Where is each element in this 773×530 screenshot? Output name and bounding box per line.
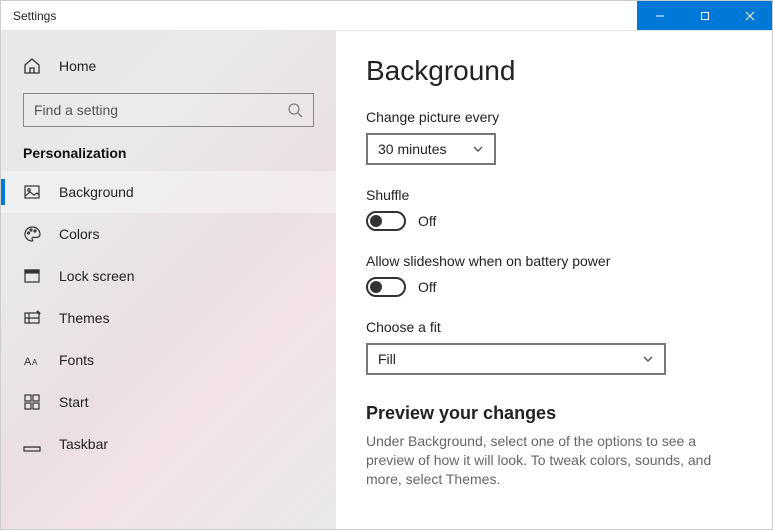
- window-body: Home Personalization Background Colors: [1, 31, 772, 529]
- home-label: Home: [59, 58, 96, 74]
- fit-dropdown[interactable]: Fill: [366, 343, 666, 375]
- fit-value: Fill: [378, 351, 396, 367]
- nav-item-fonts[interactable]: AA Fonts: [1, 339, 336, 381]
- page-title: Background: [366, 55, 742, 87]
- shuffle-value: Off: [418, 213, 436, 229]
- window-controls: [637, 1, 772, 30]
- battery-toggle[interactable]: [366, 277, 406, 297]
- shuffle-group: Shuffle Off: [366, 187, 742, 231]
- sidebar: Home Personalization Background Colors: [1, 31, 336, 529]
- nav-item-lock-screen[interactable]: Lock screen: [1, 255, 336, 297]
- change-picture-value: 30 minutes: [378, 141, 446, 157]
- themes-icon: [23, 309, 41, 327]
- titlebar: Settings: [1, 1, 772, 31]
- picture-icon: [23, 183, 41, 201]
- taskbar-icon: [23, 435, 41, 453]
- lock-screen-icon: [23, 267, 41, 285]
- fit-group: Choose a fit Fill: [366, 319, 742, 375]
- nav-item-themes[interactable]: Themes: [1, 297, 336, 339]
- content-pane: Background Change picture every 30 minut…: [336, 31, 772, 529]
- search-input[interactable]: [34, 102, 287, 118]
- close-icon: [745, 11, 755, 21]
- change-picture-dropdown[interactable]: 30 minutes: [366, 133, 496, 165]
- search-icon: [287, 102, 303, 118]
- shuffle-label: Shuffle: [366, 187, 742, 203]
- chevron-down-icon: [642, 353, 654, 365]
- nav-item-colors[interactable]: Colors: [1, 213, 336, 255]
- change-picture-group: Change picture every 30 minutes: [366, 109, 742, 165]
- battery-label: Allow slideshow when on battery power: [366, 253, 742, 269]
- home-icon: [23, 57, 41, 75]
- close-button[interactable]: [727, 1, 772, 30]
- nav-label: Taskbar: [59, 436, 108, 452]
- preview-heading: Preview your changes: [366, 403, 742, 424]
- maximize-icon: [700, 11, 710, 21]
- palette-icon: [23, 225, 41, 243]
- fit-label: Choose a fit: [366, 319, 742, 335]
- minimize-icon: [655, 11, 665, 21]
- home-button[interactable]: Home: [1, 49, 336, 83]
- window-title: Settings: [1, 9, 56, 23]
- start-icon: [23, 393, 41, 411]
- nav-list: Background Colors Lock screen Themes AA …: [1, 171, 336, 465]
- nav-label: Background: [59, 184, 134, 200]
- battery-value: Off: [418, 279, 436, 295]
- search-container: [23, 93, 314, 127]
- fonts-icon: AA: [23, 351, 41, 369]
- nav-label: Start: [59, 394, 89, 410]
- nav-label: Colors: [59, 226, 99, 242]
- nav-label: Themes: [59, 310, 110, 326]
- chevron-down-icon: [472, 143, 484, 155]
- svg-text:A: A: [24, 356, 32, 368]
- nav-item-background[interactable]: Background: [1, 171, 336, 213]
- nav-label: Lock screen: [59, 268, 134, 284]
- section-label: Personalization: [1, 145, 336, 171]
- search-box[interactable]: [23, 93, 314, 127]
- nav-label: Fonts: [59, 352, 94, 368]
- change-picture-label: Change picture every: [366, 109, 742, 125]
- maximize-button[interactable]: [682, 1, 727, 30]
- shuffle-toggle[interactable]: [366, 211, 406, 231]
- minimize-button[interactable]: [637, 1, 682, 30]
- nav-item-start[interactable]: Start: [1, 381, 336, 423]
- svg-text:A: A: [32, 358, 38, 367]
- preview-description: Under Background, select one of the opti…: [366, 432, 742, 489]
- settings-window: Settings Home: [0, 0, 773, 530]
- nav-item-taskbar[interactable]: Taskbar: [1, 423, 336, 465]
- battery-group: Allow slideshow when on battery power Of…: [366, 253, 742, 297]
